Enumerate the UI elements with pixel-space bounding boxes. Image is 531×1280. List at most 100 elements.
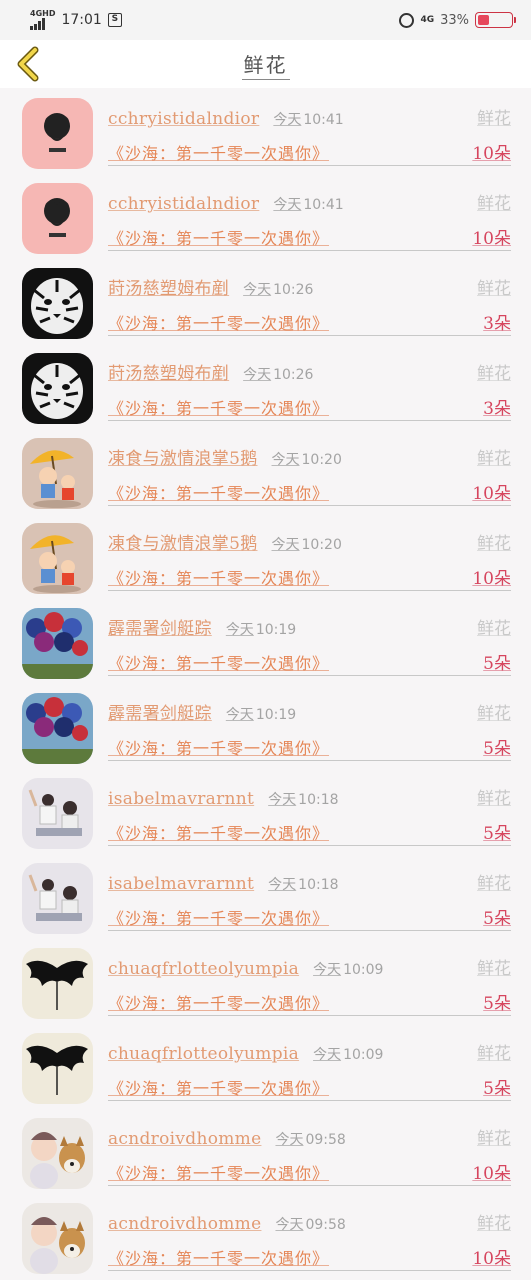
record-detail: 《沙海：第一千零一次遇你》 10朵 (108, 223, 511, 251)
book-title-link[interactable]: 《沙海：第一千零一次遇你》 (108, 1245, 329, 1269)
flower-count-unit: 朵 (494, 739, 511, 759)
book-title-link[interactable]: 《沙海：第一千零一次遇你》 (108, 1075, 329, 1099)
avatar[interactable] (22, 438, 93, 509)
record-time: 10:19 (255, 622, 297, 638)
list-item[interactable]: acndroivdhomme 今天 09:58 鲜花 《沙海：第一千零一次遇你》 10朵 (0, 1112, 531, 1197)
book-title-link[interactable]: 《沙海：第一千零一次遇你》 (108, 480, 329, 504)
book-title-link[interactable]: 《沙海：第一千零一次遇你》 (108, 650, 329, 674)
avatar[interactable] (22, 1203, 93, 1274)
book-title-link[interactable]: 《沙海：第一千零一次遇你》 (108, 820, 329, 844)
list-item[interactable]: chuaqfrlotteolyumpia 今天 10:09 鲜花 《沙海：第一千零一次遇… (0, 1027, 531, 1112)
flower-count: 10朵 (472, 139, 511, 164)
book-title-link[interactable]: 《沙海：第一千零一次遇你》 (108, 395, 329, 419)
flower-count-value: 10 (472, 484, 494, 504)
book-title-link[interactable]: 《沙海：第一千零一次遇你》 (108, 1160, 329, 1184)
book-title-link[interactable]: 《沙海：第一千零一次遇你》 (108, 565, 329, 589)
flower-record-list: cchryistidalndior 今天 10:41 鲜花 《沙海：第一千零一次遇你》 1… (0, 88, 531, 1280)
book-title-link[interactable]: 《沙海：第一千零一次遇你》 (108, 225, 329, 249)
avatar[interactable] (22, 268, 93, 339)
list-item[interactable]: chuaqfrlotteolyumpia 今天 10:09 鲜花 《沙海：第一千零一次遇… (0, 942, 531, 1027)
record-day: 今天 (275, 1132, 304, 1148)
user-name[interactable]: 凍食与激情浪掌5鹅 (108, 444, 258, 469)
list-item[interactable]: cchryistidalndior 今天 10:41 鲜花 《沙海：第一千零一次遇你》 1… (0, 92, 531, 177)
flower-count: 3朵 (483, 394, 511, 419)
flower-count-unit: 朵 (494, 229, 511, 249)
list-item[interactable]: 霹需署剑艇踪 今天 10:19 鲜花 《沙海：第一千零一次遇你》 5朵 (0, 602, 531, 687)
user-name[interactable]: 凍食与激情浪掌5鹅 (108, 529, 258, 554)
record-header: isabelmavrarnnt 今天 10:18 鲜花 (108, 869, 511, 894)
list-item[interactable]: isabelmavrarnnt 今天 10:18 鲜花 《沙海：第一千零一次遇你》 5朵 (0, 857, 531, 942)
user-name[interactable]: cchryistidalndior (108, 194, 259, 214)
list-item[interactable]: 凍食与激情浪掌5鹅 今天 10:20 鲜花 《沙海：第一千零一次遇你》 10朵 (0, 517, 531, 602)
back-button[interactable] (10, 44, 46, 84)
list-item[interactable]: 霹需署剑艇踪 今天 10:19 鲜花 《沙海：第一千零一次遇你》 5朵 (0, 687, 531, 772)
flower-count-unit: 朵 (494, 824, 511, 844)
list-item[interactable]: 莳汤慈塑姆布剷 今天 10:26 鲜花 《沙海：第一千零一次遇你》 3朵 (0, 347, 531, 432)
list-item[interactable]: isabelmavrarnnt 今天 10:18 鲜花 《沙海：第一千零一次遇你》 5朵 (0, 772, 531, 857)
gift-category: 鲜花 (477, 959, 511, 979)
record-header: cchryistidalndior 今天 10:41 鲜花 (108, 104, 511, 129)
record-day: 今天 (273, 197, 302, 213)
record-detail: 《沙海：第一千零一次遇你》 10朵 (108, 478, 511, 506)
avatar[interactable] (22, 1118, 93, 1189)
avatar[interactable] (22, 183, 93, 254)
flower-count: 5朵 (483, 649, 511, 674)
user-name[interactable]: acndroivdhomme (108, 1129, 261, 1149)
flower-count-unit: 朵 (494, 1079, 511, 1099)
user-name[interactable]: 霹需署剑艇踪 (108, 614, 212, 639)
book-title-link[interactable]: 《沙海：第一千零一次遇你》 (108, 310, 329, 334)
user-name[interactable]: 莳汤慈塑姆布剷 (108, 359, 229, 384)
user-name[interactable]: chuaqfrlotteolyumpia (108, 1044, 299, 1064)
avatar[interactable] (22, 778, 93, 849)
list-item[interactable]: acndroivdhomme 今天 09:58 鲜花 《沙海：第一千零一次遇你》 10朵 (0, 1197, 531, 1280)
gift-category: 鲜花 (477, 534, 511, 554)
record-header: 凍食与激情浪掌5鹅 今天 10:20 鲜花 (108, 444, 511, 469)
record-detail: 《沙海：第一千零一次遇你》 10朵 (108, 138, 511, 166)
user-name[interactable]: cchryistidalndior (108, 109, 259, 129)
book-title-link[interactable]: 《沙海：第一千零一次遇你》 (108, 140, 329, 164)
user-name[interactable]: isabelmavrarnnt (108, 789, 254, 809)
avatar[interactable] (22, 948, 93, 1019)
avatar[interactable] (22, 353, 93, 424)
flower-count-value: 10 (472, 144, 494, 164)
record-detail: 《沙海：第一千零一次遇你》 5朵 (108, 903, 511, 931)
record-header: chuaqfrlotteolyumpia 今天 10:09 鲜花 (108, 1039, 511, 1064)
avatar[interactable] (22, 608, 93, 679)
avatar[interactable] (22, 523, 93, 594)
record-header: 凍食与激情浪掌5鹅 今天 10:20 鲜花 (108, 529, 511, 554)
record-info: 霹需署剑艇踪 今天 10:19 鲜花 《沙海：第一千零一次遇你》 5朵 (108, 687, 511, 772)
list-item[interactable]: cchryistidalndior 今天 10:41 鲜花 《沙海：第一千零一次遇你》 1… (0, 177, 531, 262)
avatar[interactable] (22, 98, 93, 169)
user-name[interactable]: acndroivdhomme (108, 1214, 261, 1234)
avatar[interactable] (22, 693, 93, 764)
user-name[interactable]: isabelmavrarnnt (108, 874, 254, 894)
record-day: 今天 (243, 282, 272, 298)
record-header: acndroivdhomme 今天 09:58 鲜花 (108, 1209, 511, 1234)
flower-count-value: 10 (472, 1249, 494, 1269)
record-info: isabelmavrarnnt 今天 10:18 鲜花 《沙海：第一千零一次遇你》 5朵 (108, 772, 511, 857)
record-detail: 《沙海：第一千零一次遇你》 5朵 (108, 733, 511, 761)
list-item[interactable]: 莳汤慈塑姆布剷 今天 10:26 鲜花 《沙海：第一千零一次遇你》 3朵 (0, 262, 531, 347)
user-name[interactable]: 莳汤慈塑姆布剷 (108, 274, 229, 299)
status-right: 4G 33% (399, 12, 516, 28)
flower-count: 10朵 (472, 1159, 511, 1184)
gift-category: 鲜花 (477, 449, 511, 469)
record-time: 10:09 (343, 1047, 384, 1063)
user-name[interactable]: chuaqfrlotteolyumpia (108, 959, 299, 979)
book-title-link[interactable]: 《沙海：第一千零一次遇你》 (108, 990, 329, 1014)
flower-count: 3朵 (483, 309, 511, 334)
record-info: 莳汤慈塑姆布剷 今天 10:26 鲜花 《沙海：第一千零一次遇你》 3朵 (108, 347, 511, 432)
record-info: 霹需署剑艇踪 今天 10:19 鲜花 《沙海：第一千零一次遇你》 5朵 (108, 602, 511, 687)
gift-category: 鲜花 (477, 279, 511, 299)
gift-category: 鲜花 (477, 874, 511, 894)
list-item[interactable]: 凍食与激情浪掌5鹅 今天 10:20 鲜花 《沙海：第一千零一次遇你》 10朵 (0, 432, 531, 517)
record-day: 今天 (313, 962, 342, 978)
user-name[interactable]: 霹需署剑艇踪 (108, 699, 212, 724)
record-info: 凍食与激情浪掌5鹅 今天 10:20 鲜花 《沙海：第一千零一次遇你》 10朵 (108, 517, 511, 602)
book-title-link[interactable]: 《沙海：第一千零一次遇你》 (108, 905, 329, 929)
book-title-link[interactable]: 《沙海：第一千零一次遇你》 (108, 735, 329, 759)
avatar[interactable] (22, 1033, 93, 1104)
record-detail: 《沙海：第一千零一次遇你》 5朵 (108, 648, 511, 676)
avatar[interactable] (22, 863, 93, 934)
flower-count: 10朵 (472, 479, 511, 504)
